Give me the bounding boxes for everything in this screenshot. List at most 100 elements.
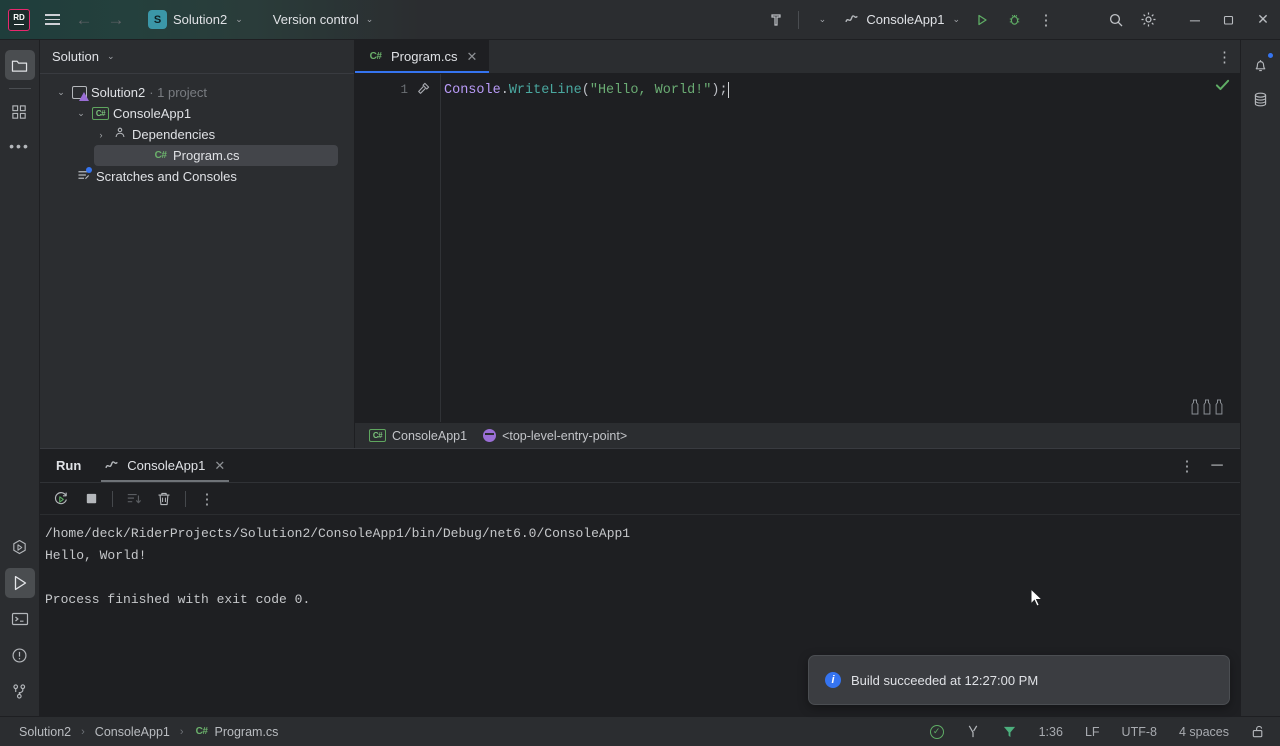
editor-tab-bar: C# Program.cs ✕ ⋮ <box>355 40 1240 74</box>
more-options-button[interactable]: ⋮ <box>194 486 220 512</box>
tree-node-scratches[interactable]: Scratches and Consoles <box>40 166 354 187</box>
status-crumb-file[interactable]: C# Program.cs <box>191 723 282 741</box>
tab-program-cs[interactable]: C# Program.cs ✕ <box>355 40 490 73</box>
filter-indicator-widget[interactable] <box>998 723 1021 740</box>
tree-node-label: Program.cs <box>173 148 240 163</box>
solution-badge-icon: S <box>148 10 167 29</box>
breadcrumb-project[interactable]: C# ConsoleApp1 <box>365 428 471 444</box>
ellipsis-vertical-icon: ⋮ <box>199 490 215 508</box>
sidebar-item-project[interactable] <box>4 50 35 80</box>
hammer-icon[interactable] <box>414 82 432 98</box>
scroll-to-end-button[interactable] <box>121 486 147 512</box>
minimize-window-button[interactable]: ─ <box>1178 4 1212 36</box>
solution-selector[interactable]: S Solution2 ⌄ <box>142 7 249 32</box>
console-line: Hello, World! <box>45 548 147 563</box>
sidebar-item-services[interactable] <box>5 532 35 562</box>
close-run-tab-button[interactable]: ✕ <box>214 458 225 474</box>
build-options-dropdown[interactable]: ⌄ <box>807 6 835 34</box>
maximize-window-button[interactable] <box>1212 4 1246 36</box>
chevron-down-icon[interactable]: ⌄ <box>107 51 115 62</box>
green-check-circle-icon: ✓ <box>929 724 944 739</box>
file-encoding-widget[interactable]: UTF-8 <box>1118 723 1161 741</box>
trash-icon <box>158 492 170 505</box>
hammer-icon <box>771 13 781 26</box>
code-editor[interactable]: 1 Console. WriteLine("Hello, World!") ; <box>355 74 1240 422</box>
navigate-forward-button[interactable]: → <box>102 6 130 34</box>
center-column: Solution ⌄ ⌄ Solution2 · 1 project ⌄ C# … <box>40 40 1240 716</box>
close-tab-button[interactable]: ✕ <box>466 49 477 65</box>
editor-gutter[interactable]: 1 <box>355 74 441 422</box>
breadcrumb-member[interactable]: <top-level-entry-point> <box>479 428 631 444</box>
sidebar-item-terminal[interactable] <box>5 604 35 634</box>
more-run-options-button[interactable]: ⋮ <box>1032 6 1060 34</box>
run-tab-bar: Run ConsoleApp1 ✕ ⋮ ─ <box>40 449 1240 483</box>
editor-tab-options[interactable]: ⋮ <box>1217 40 1240 73</box>
tree-node-program-cs[interactable]: C# Program.cs <box>94 145 338 166</box>
version-control-menu[interactable]: Version control ⌄ <box>267 9 380 30</box>
csharp-project-icon: C# <box>92 107 109 120</box>
csharp-file-icon: C# <box>154 150 167 161</box>
tree-node-dependencies[interactable]: › Dependencies <box>40 124 354 145</box>
build-notification-toast[interactable]: i Build succeeded at 12:27:00 PM <box>808 655 1230 705</box>
sidebar-item-problems[interactable] <box>5 640 35 670</box>
rerun-icon <box>54 491 67 504</box>
run-configuration-name: ConsoleApp1 <box>866 12 945 27</box>
build-solution-button[interactable] <box>762 6 790 34</box>
chevron-down-icon[interactable]: ⌄ <box>74 108 88 119</box>
inspection-status-widget[interactable]: ✓ <box>926 723 948 741</box>
rerun-button[interactable] <box>48 486 74 512</box>
csharp-project-icon: C# <box>369 429 386 442</box>
terminal-icon <box>11 612 28 626</box>
tree-node-label: Dependencies <box>132 127 216 142</box>
run-tab-label: ConsoleApp1 <box>127 458 206 473</box>
settings-button[interactable] <box>1134 6 1162 34</box>
tree-node-solution[interactable]: ⌄ Solution2 · 1 project <box>40 82 354 103</box>
sidebar-item-more[interactable]: ••• <box>5 131 35 161</box>
main-menu-button[interactable] <box>38 6 66 34</box>
chevron-right-icon[interactable]: › <box>94 130 108 140</box>
solution-panel-title: Solution <box>52 49 99 64</box>
rail-divider <box>8 88 31 89</box>
status-crumb-solution[interactable]: Solution2 <box>16 723 74 741</box>
tab-run-consoleapp1[interactable]: ConsoleApp1 ✕ <box>93 449 237 482</box>
caret-position-widget[interactable]: 1:36 <box>1035 723 1067 741</box>
play-icon <box>14 575 26 591</box>
close-window-button[interactable]: ✕ <box>1246 4 1280 36</box>
sidebar-item-run[interactable] <box>4 568 35 598</box>
play-icon <box>978 14 987 25</box>
run-configuration-selector[interactable]: ConsoleApp1 ⌄ <box>839 9 966 30</box>
tree-node-project[interactable]: ⌄ C# ConsoleApp1 <box>40 103 354 124</box>
line-number: 1 <box>400 83 408 97</box>
stop-button[interactable] <box>78 486 104 512</box>
indent-size-widget[interactable]: 4 spaces <box>1175 723 1233 741</box>
database-button[interactable] <box>1246 84 1276 114</box>
close-icon: ✕ <box>1257 11 1269 27</box>
code-text-area[interactable]: Console. WriteLine("Hello, World!"); <box>441 74 1240 422</box>
git-branch-icon <box>13 683 26 699</box>
debug-button[interactable] <box>1000 6 1028 34</box>
line-separator-widget[interactable]: LF <box>1081 723 1104 741</box>
search-everywhere-button[interactable] <box>1102 6 1130 34</box>
sidebar-item-structure[interactable] <box>5 97 35 127</box>
hamburger-menu-icon <box>44 14 60 25</box>
clear-all-button[interactable] <box>151 486 177 512</box>
readonly-toggle-widget[interactable] <box>1247 722 1270 741</box>
vials-icon[interactable] <box>1190 397 1228 416</box>
branch-indicator-widget[interactable] <box>962 722 984 741</box>
gutter-line-1: 1 <box>355 80 440 100</box>
ellipsis-vertical-icon: ⋮ <box>1038 11 1054 29</box>
hide-run-window-button[interactable]: ─ <box>1204 453 1230 479</box>
squares-icon <box>12 104 26 119</box>
green-check-icon[interactable] <box>1215 78 1230 96</box>
editor-area: C# Program.cs ✕ ⋮ 1 Console . WriteLine … <box>355 40 1240 448</box>
navigate-back-button[interactable]: ← <box>70 6 98 34</box>
chevron-down-icon[interactable]: ⌄ <box>54 87 68 98</box>
breadcrumb-separator-icon: › <box>179 725 184 738</box>
maximize-icon <box>1223 15 1234 25</box>
run-window-options-button[interactable]: ⋮ <box>1174 453 1200 479</box>
sidebar-item-git[interactable] <box>5 676 35 706</box>
notifications-button[interactable] <box>1246 50 1276 80</box>
chevron-down-icon: ⌄ <box>235 14 243 24</box>
status-crumb-project[interactable]: ConsoleApp1 <box>92 723 173 741</box>
run-button[interactable] <box>968 6 996 34</box>
